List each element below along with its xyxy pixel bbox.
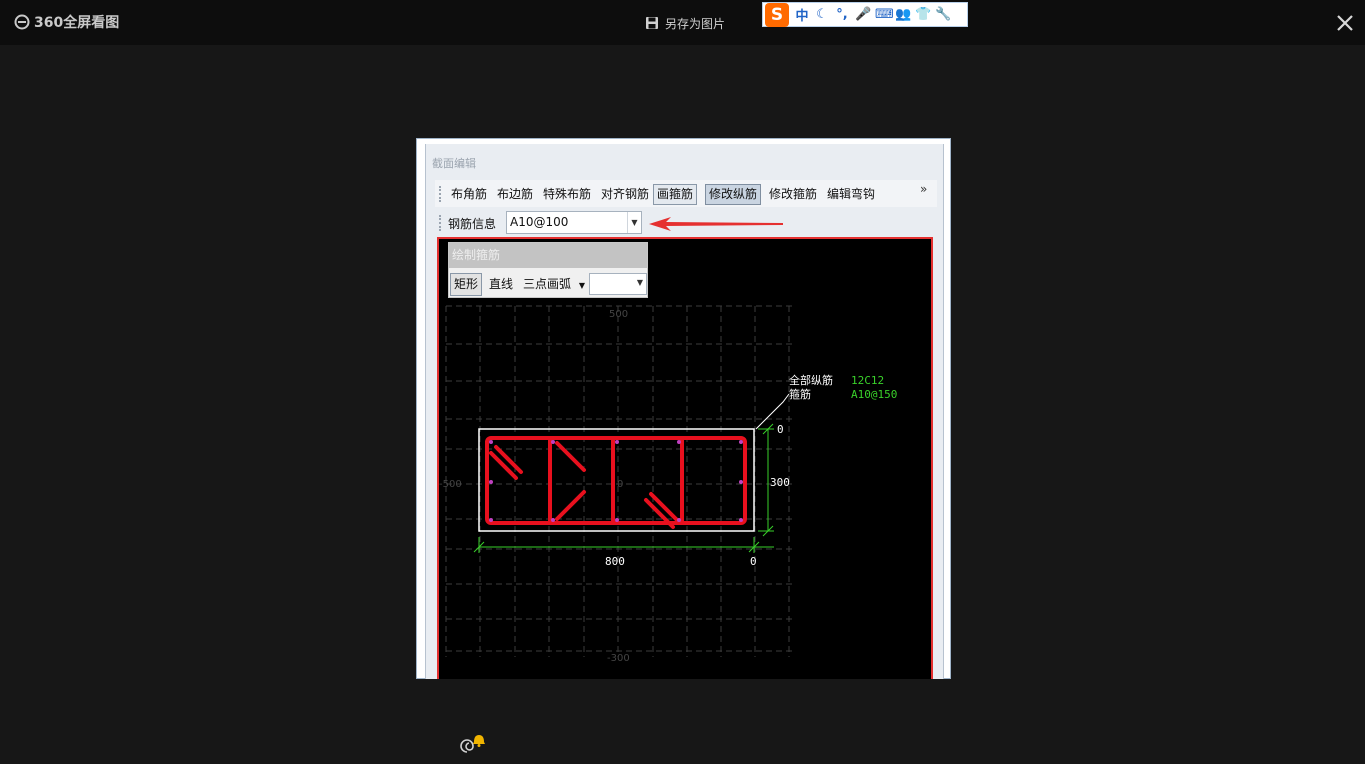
toolbar-grip[interactable] [439, 186, 441, 202]
rebar-points [489, 440, 743, 522]
ime-keyboard-icon[interactable]: ⌨ [875, 7, 894, 22]
three-point-arc-button[interactable]: 三点画弧 ▼ [519, 273, 589, 296]
annotation-leader [755, 393, 790, 430]
save-as-image-button[interactable]: 另存为图片 [645, 13, 725, 33]
edge-rebar-button[interactable]: 布边筋 [493, 184, 537, 205]
modify-stirrup-button[interactable]: 修改箍筋 [765, 184, 821, 205]
app-logo: 360全屏看图 [14, 12, 119, 32]
ime-user-icon[interactable]: 👥 [895, 7, 911, 22]
rebar-toolbar: 布角筋 布边筋 特殊布筋 对齐钢筋 画箍筋 修改纵筋 修改箍筋 编辑弯钩 » [435, 180, 937, 207]
save-icon [646, 17, 658, 29]
close-viewer-button[interactable] [1334, 12, 1356, 34]
annotation-stirrup-value: A10@150 [851, 388, 897, 401]
rebar-info-value: A10@100 [510, 215, 569, 229]
section-drawing: 500 -500 -300 0 800 300 0 0 全部纵筋 箍筋 12C1… [439, 305, 897, 664]
annotation-longitudinal-label: 全部纵筋 [789, 373, 833, 387]
rectangle-mode-button[interactable]: 矩形 [450, 273, 483, 296]
viewer-topbar: 360全屏看图 另存为图片 S 中 ☾ °, 🎤 ⌨ 👥 👕 🔧 [0, 0, 1365, 45]
three-point-arc-label: 三点画弧 [523, 277, 572, 291]
draw-option-combo[interactable]: ▼ [589, 273, 647, 295]
annotation-stirrup-label: 箍筋 [789, 387, 811, 401]
grid-label-top: 500 [609, 309, 628, 320]
chevron-down-icon[interactable]: ▼ [627, 212, 641, 233]
ime-toolbar: S 中 ☾ °, 🎤 ⌨ 👥 👕 🔧 [762, 2, 968, 27]
notification-bell-icon[interactable] [456, 732, 486, 760]
save-as-image-label: 另存为图片 [665, 16, 726, 31]
toolbar-grip[interactable] [439, 215, 441, 231]
drawing-canvas[interactable]: 500 -500 -300 0 800 300 0 0 全部纵筋 箍筋 12C1… [437, 237, 933, 679]
dimension-height: 300 [770, 476, 790, 489]
edit-hook-button[interactable]: 编辑弯钩 [823, 184, 879, 205]
window-title: 截面编辑 [432, 157, 476, 170]
ime-tools-icon[interactable]: 🔧 [935, 7, 951, 22]
ime-language-toggle[interactable]: 中 [795, 5, 809, 24]
rebar-info-label: 钢筋信息 [448, 217, 497, 231]
dimension-zero-top: 0 [777, 423, 784, 436]
ime-punctuation-icon[interactable]: °, [835, 7, 849, 22]
draw-stirrup-panel: 绘制箍筋 矩形 直线 三点画弧 ▼ ▼ [448, 242, 648, 298]
grid-label-bottom: -300 [607, 653, 630, 664]
dimension-zero-bottom: 0 [750, 555, 757, 568]
app-logo-icon [14, 14, 30, 30]
stirrups [485, 436, 747, 529]
draw-stirrup-panel-title: 绘制箍筋 [449, 243, 647, 268]
ime-fullwidth-icon[interactable]: ☾ [815, 7, 829, 22]
special-rebar-button[interactable]: 特殊布筋 [539, 184, 595, 205]
chevron-down-icon: ▼ [578, 281, 585, 290]
rebar-info-combo[interactable]: A10@100 ▼ [506, 211, 642, 234]
toolbar-overflow-button[interactable]: » [920, 182, 927, 196]
align-rebar-button[interactable]: 对齐钢筋 [597, 184, 653, 205]
grid-label-center: 0 [617, 479, 623, 490]
modify-longitudinal-button[interactable]: 修改纵筋 [705, 184, 762, 205]
chevron-down-icon: ▼ [636, 278, 643, 287]
corner-rebar-button[interactable]: 布角筋 [447, 184, 491, 205]
app-title: 360全屏看图 [34, 15, 120, 31]
close-icon [1337, 15, 1353, 31]
dimensions [473, 423, 774, 553]
line-mode-button[interactable]: 直线 [485, 273, 517, 296]
sogou-logo-icon[interactable]: S [765, 2, 789, 27]
red-arrow-annotation [649, 217, 783, 231]
draw-stirrup-button[interactable]: 画箍筋 [653, 184, 698, 205]
dimension-width: 800 [605, 555, 625, 568]
ime-skin-icon[interactable]: 👕 [915, 7, 931, 22]
grid-label-left: -500 [439, 479, 462, 490]
annotation-longitudinal-value: 12C12 [851, 374, 884, 387]
ime-voice-icon[interactable]: 🎤 [855, 7, 871, 22]
section-edit-window: 截面编辑 布角筋 布边筋 特殊布筋 对齐钢筋 画箍筋 修改纵筋 修改箍筋 编辑弯… [416, 138, 951, 679]
